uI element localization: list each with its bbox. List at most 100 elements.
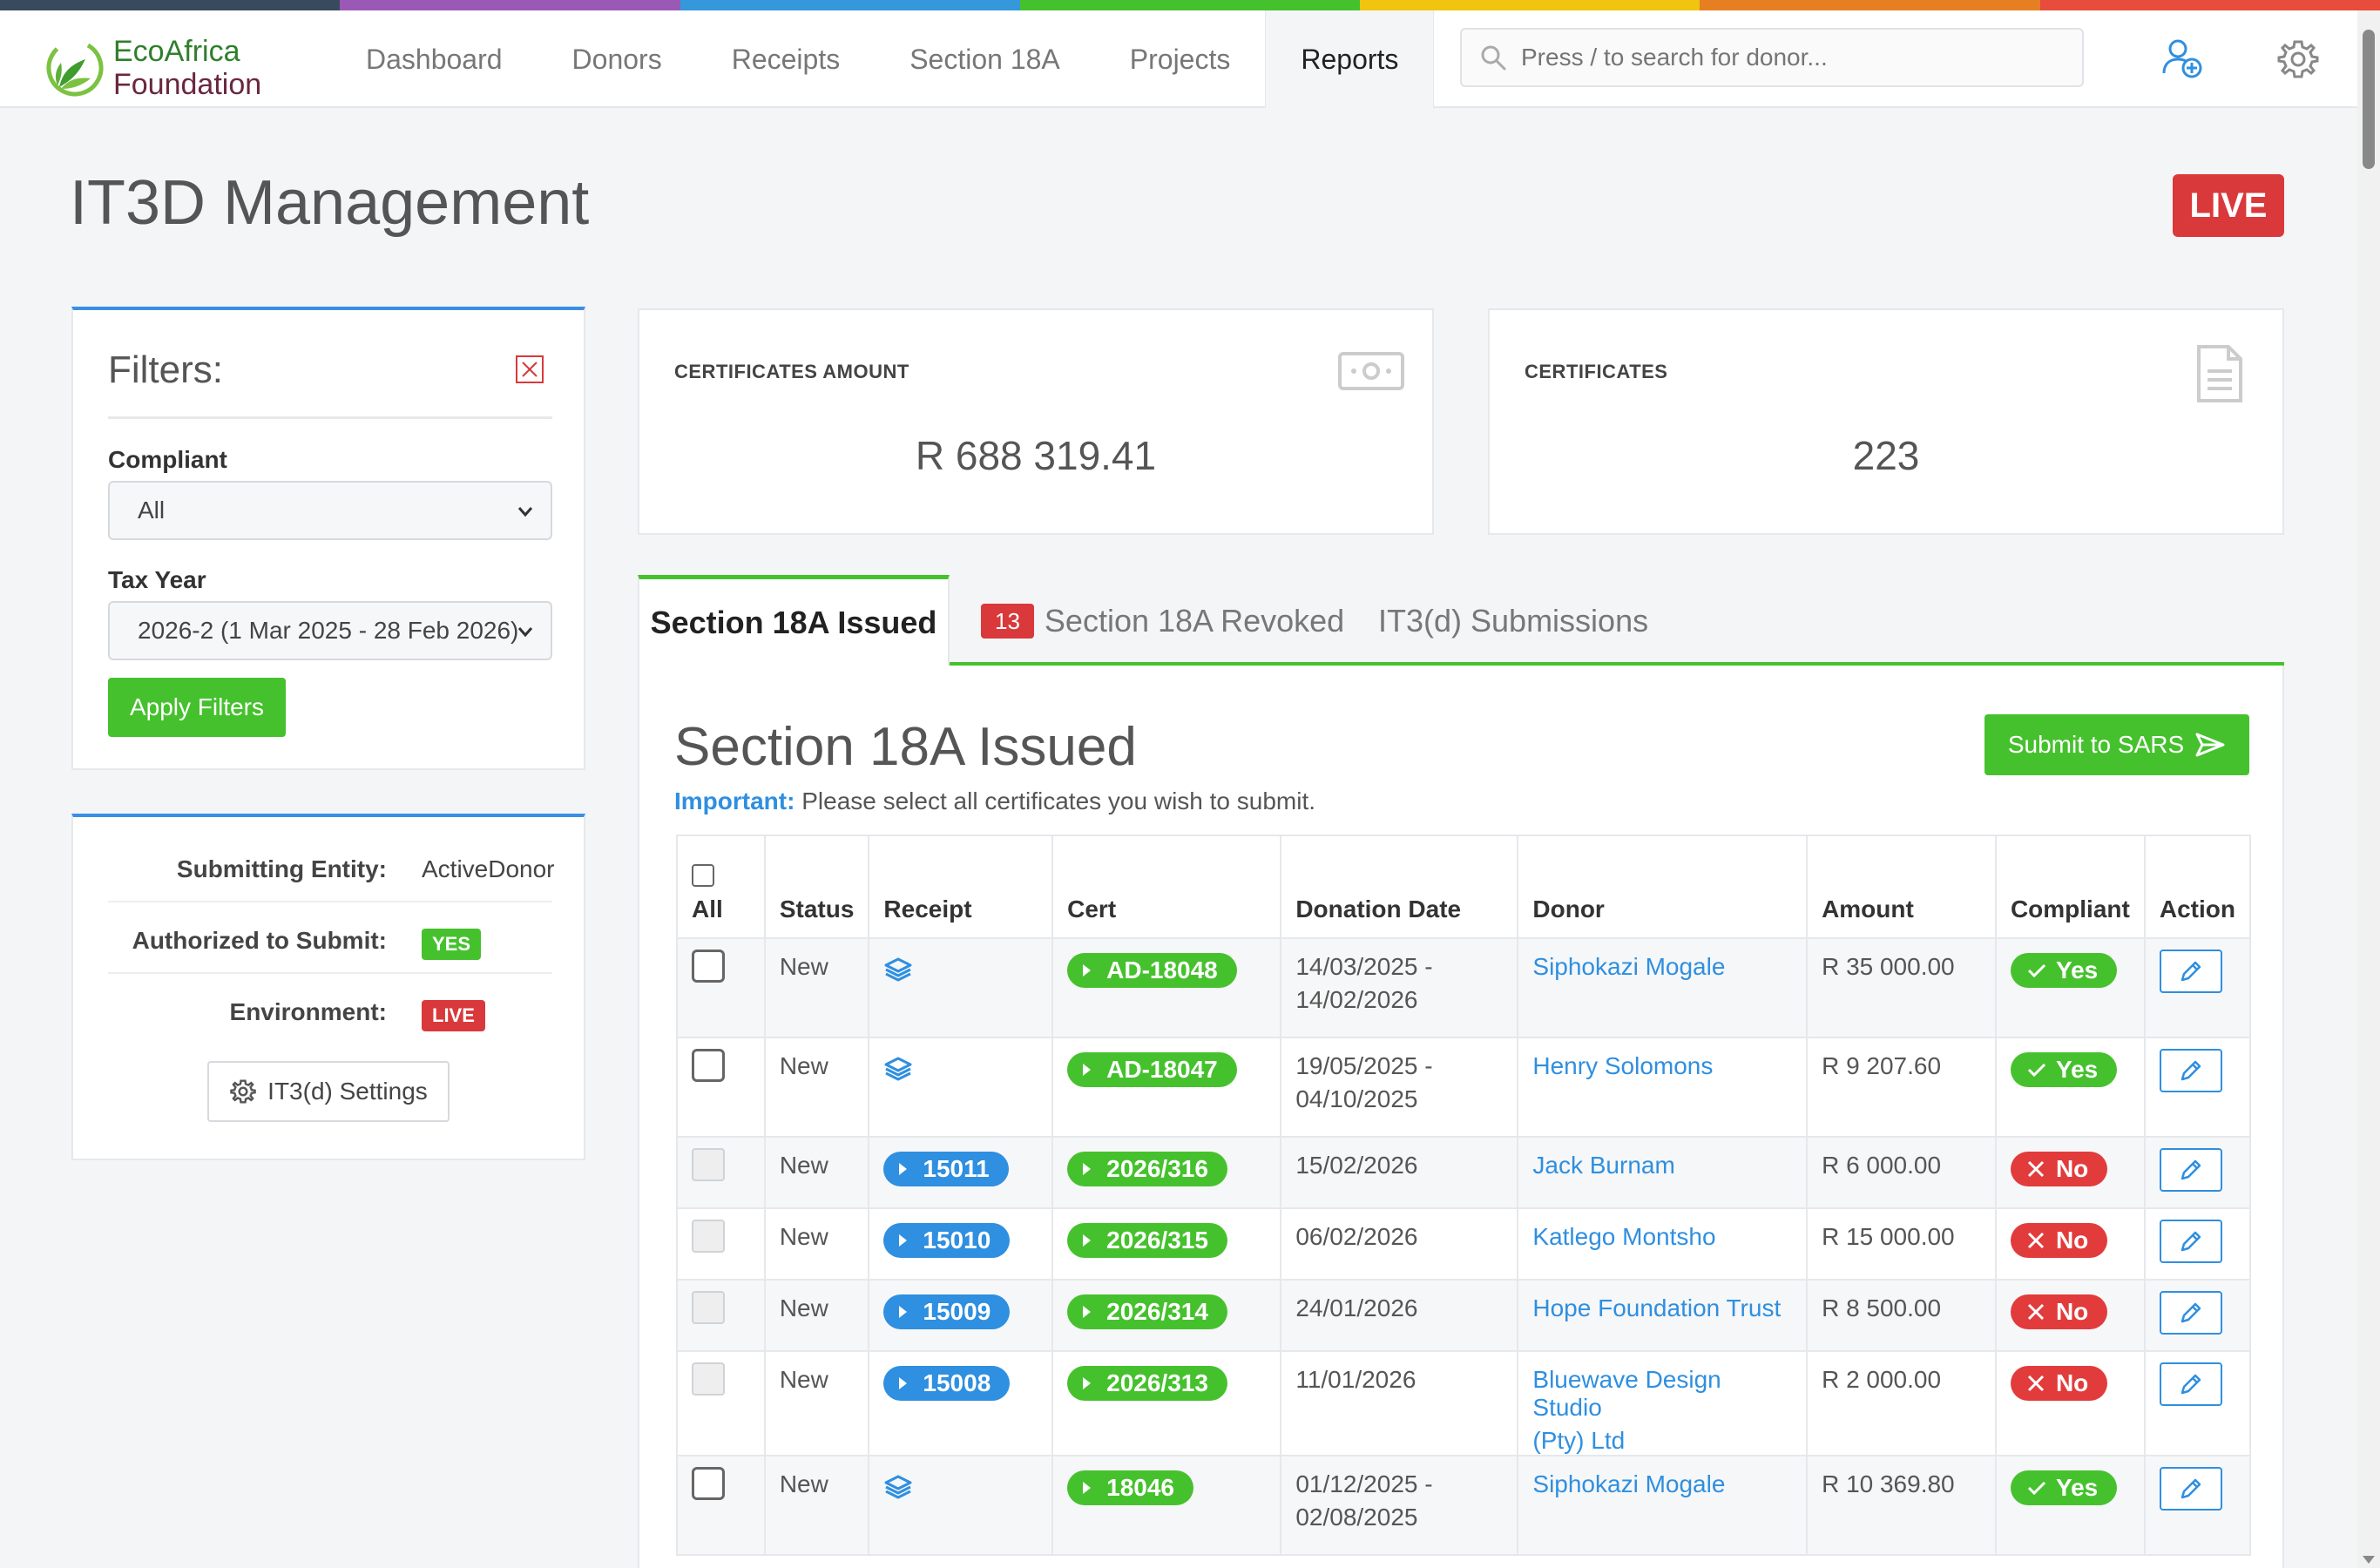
clear-filters-icon[interactable] [516, 355, 544, 383]
environment-label: Environment: [229, 998, 387, 1025]
donor-link[interactable]: Siphokazi Mogale [1532, 1470, 1792, 1498]
tab-it3d-submissions[interactable]: IT3(d) Submissions [1378, 577, 1648, 666]
cert-pill[interactable]: AD-18047 [1067, 1052, 1237, 1087]
row-select-checkbox[interactable] [692, 950, 725, 983]
compliant-no-badge: No [2010, 1152, 2108, 1186]
col-all: All [676, 835, 766, 939]
compliant-label: Compliant [108, 446, 227, 473]
important-note: Important: Please select all certificate… [674, 787, 1315, 815]
compliant-select[interactable]: All [108, 481, 552, 540]
donation-date-line1: 19/05/2025 - [1295, 1052, 1433, 1079]
submit-to-sars-label: Submit to SARS [2007, 731, 2185, 758]
action-cell [2143, 1207, 2252, 1281]
pencil-icon [2181, 1478, 2201, 1499]
donor-search[interactable] [1460, 28, 2084, 87]
cert-pill[interactable]: 18046 [1067, 1470, 1193, 1505]
search-input[interactable] [1521, 44, 2044, 71]
donor-link[interactable]: Bluewave Design Studio [1532, 1366, 1792, 1422]
gear-icon[interactable] [2275, 37, 2321, 82]
tax-year-select[interactable]: 2026-2 (1 Mar 2025 - 28 Feb 2026) [108, 601, 552, 660]
page-scrollbar[interactable] [2357, 10, 2380, 1568]
cert-number: AD-18048 [1106, 956, 1218, 983]
important-label: Important: [674, 787, 795, 814]
it3d-settings-button[interactable]: IT3(d) Settings [207, 1061, 450, 1122]
nav-projects[interactable]: Projects [1095, 10, 1266, 108]
scrollbar-thumb[interactable] [2363, 30, 2375, 169]
compliant-no-badge: No [2010, 1366, 2108, 1401]
authorized-badge: YES [422, 929, 482, 960]
add-user-icon[interactable] [2160, 37, 2206, 82]
donor-link[interactable]: Siphokazi Mogale [1532, 953, 1792, 981]
x-icon [2027, 1232, 2045, 1249]
amount-cell: R 35 000.00 [1806, 937, 1997, 1038]
environment-badge: LIVE [2173, 174, 2284, 237]
edit-button[interactable] [2159, 1220, 2222, 1263]
donor-link[interactable]: Katlego Montsho [1532, 1223, 1792, 1251]
donor-link-line2[interactable]: (Pty) Ltd [1532, 1427, 1792, 1455]
cert-pill[interactable]: 2026/314 [1067, 1294, 1227, 1329]
nav-reports[interactable]: Reports [1265, 10, 1435, 108]
status-cell: New [763, 1455, 870, 1556]
donor-cell: Siphokazi Mogale [1517, 1455, 1809, 1556]
cert-cell: 2026/315 [1051, 1207, 1282, 1281]
compliant-no-badge: No [2010, 1294, 2108, 1329]
cert-number: 2026/316 [1106, 1155, 1208, 1182]
issued-section-panel: Section 18A Issued Submit to SARS Import… [638, 666, 2284, 1568]
apply-filters-button[interactable]: Apply Filters [108, 678, 286, 737]
rainbow-strip [0, 0, 2380, 10]
edit-button[interactable] [2159, 1148, 2222, 1192]
main-nav: Dashboard Donors Receipts Section 18A Pr… [331, 10, 1435, 108]
tab-section-18a-issued[interactable]: Section 18A Issued [638, 575, 950, 666]
nav-section-18a[interactable]: Section 18A [875, 10, 1095, 108]
donor-link[interactable]: Hope Foundation Trust [1532, 1294, 1792, 1322]
receipt-pill[interactable]: 15009 [883, 1294, 1011, 1329]
edit-button[interactable] [2159, 950, 2222, 993]
amount-cell: R 9 207.60 [1806, 1037, 1997, 1138]
donor-link[interactable]: Henry Solomons [1532, 1052, 1792, 1080]
receipt-cell: 15010 [868, 1207, 1054, 1281]
scroll-down-arrow-icon[interactable] [2363, 1556, 2375, 1564]
cert-pill[interactable]: 2026/316 [1067, 1152, 1227, 1186]
compliant-value: No [2055, 1298, 2089, 1325]
receipt-number: 15010 [923, 1227, 991, 1254]
select-all-checkbox[interactable] [692, 864, 714, 887]
layers-icon[interactable] [883, 956, 913, 983]
filters-title: Filters: [108, 348, 223, 391]
donation-date-line1: 01/12/2025 - [1295, 1470, 1433, 1497]
edit-button[interactable] [2159, 1467, 2222, 1511]
rainbow-segment [680, 0, 1020, 10]
edit-button[interactable] [2159, 1049, 2222, 1092]
donor-link[interactable]: Jack Burnam [1532, 1152, 1792, 1179]
receipt-pill[interactable]: 15010 [883, 1223, 1011, 1258]
logo[interactable]: EcoAfrica Foundation [42, 24, 294, 101]
nav-donors[interactable]: Donors [538, 10, 697, 108]
cert-pill[interactable]: 2026/313 [1067, 1366, 1227, 1401]
submit-to-sars-button[interactable]: Submit to SARS [1984, 714, 2249, 775]
cert-pill[interactable]: AD-18048 [1067, 953, 1237, 988]
rainbow-segment [340, 0, 680, 10]
edit-button[interactable] [2159, 1362, 2222, 1406]
tax-year-label: Tax Year [108, 566, 206, 593]
nav-receipts[interactable]: Receipts [697, 10, 876, 108]
layers-icon[interactable] [883, 1474, 913, 1500]
filters-divider [108, 416, 552, 419]
row-select-checkbox [692, 1291, 725, 1324]
receipt-pill[interactable]: 15008 [883, 1366, 1011, 1401]
col-cert: Cert [1051, 835, 1282, 939]
cert-pill[interactable]: 2026/315 [1067, 1223, 1227, 1258]
receipt-pill[interactable]: 15011 [883, 1152, 1009, 1186]
cert-cell: 18046 [1051, 1455, 1282, 1556]
row-select-checkbox[interactable] [692, 1049, 725, 1082]
tab-section-18a-revoked[interactable]: 13 Section 18A Revoked [981, 577, 1344, 666]
compliant-yes-badge: Yes [2010, 1470, 2118, 1505]
certificates-amount-card: CERTIFICATES AMOUNT R 688 319.41 [638, 308, 1434, 535]
nav-dashboard[interactable]: Dashboard [331, 10, 538, 108]
row-select-checkbox[interactable] [692, 1467, 725, 1500]
cert-number: 2026/313 [1106, 1369, 1208, 1396]
cert-cell: AD-18047 [1051, 1037, 1282, 1138]
compliant-cell: Yes [1994, 1037, 2146, 1138]
layers-icon[interactable] [883, 1056, 913, 1082]
section-tabs: Section 18A Issued 13 Section 18A Revoke… [638, 575, 2284, 666]
leaf-logo-icon [46, 39, 104, 97]
edit-button[interactable] [2159, 1291, 2222, 1335]
